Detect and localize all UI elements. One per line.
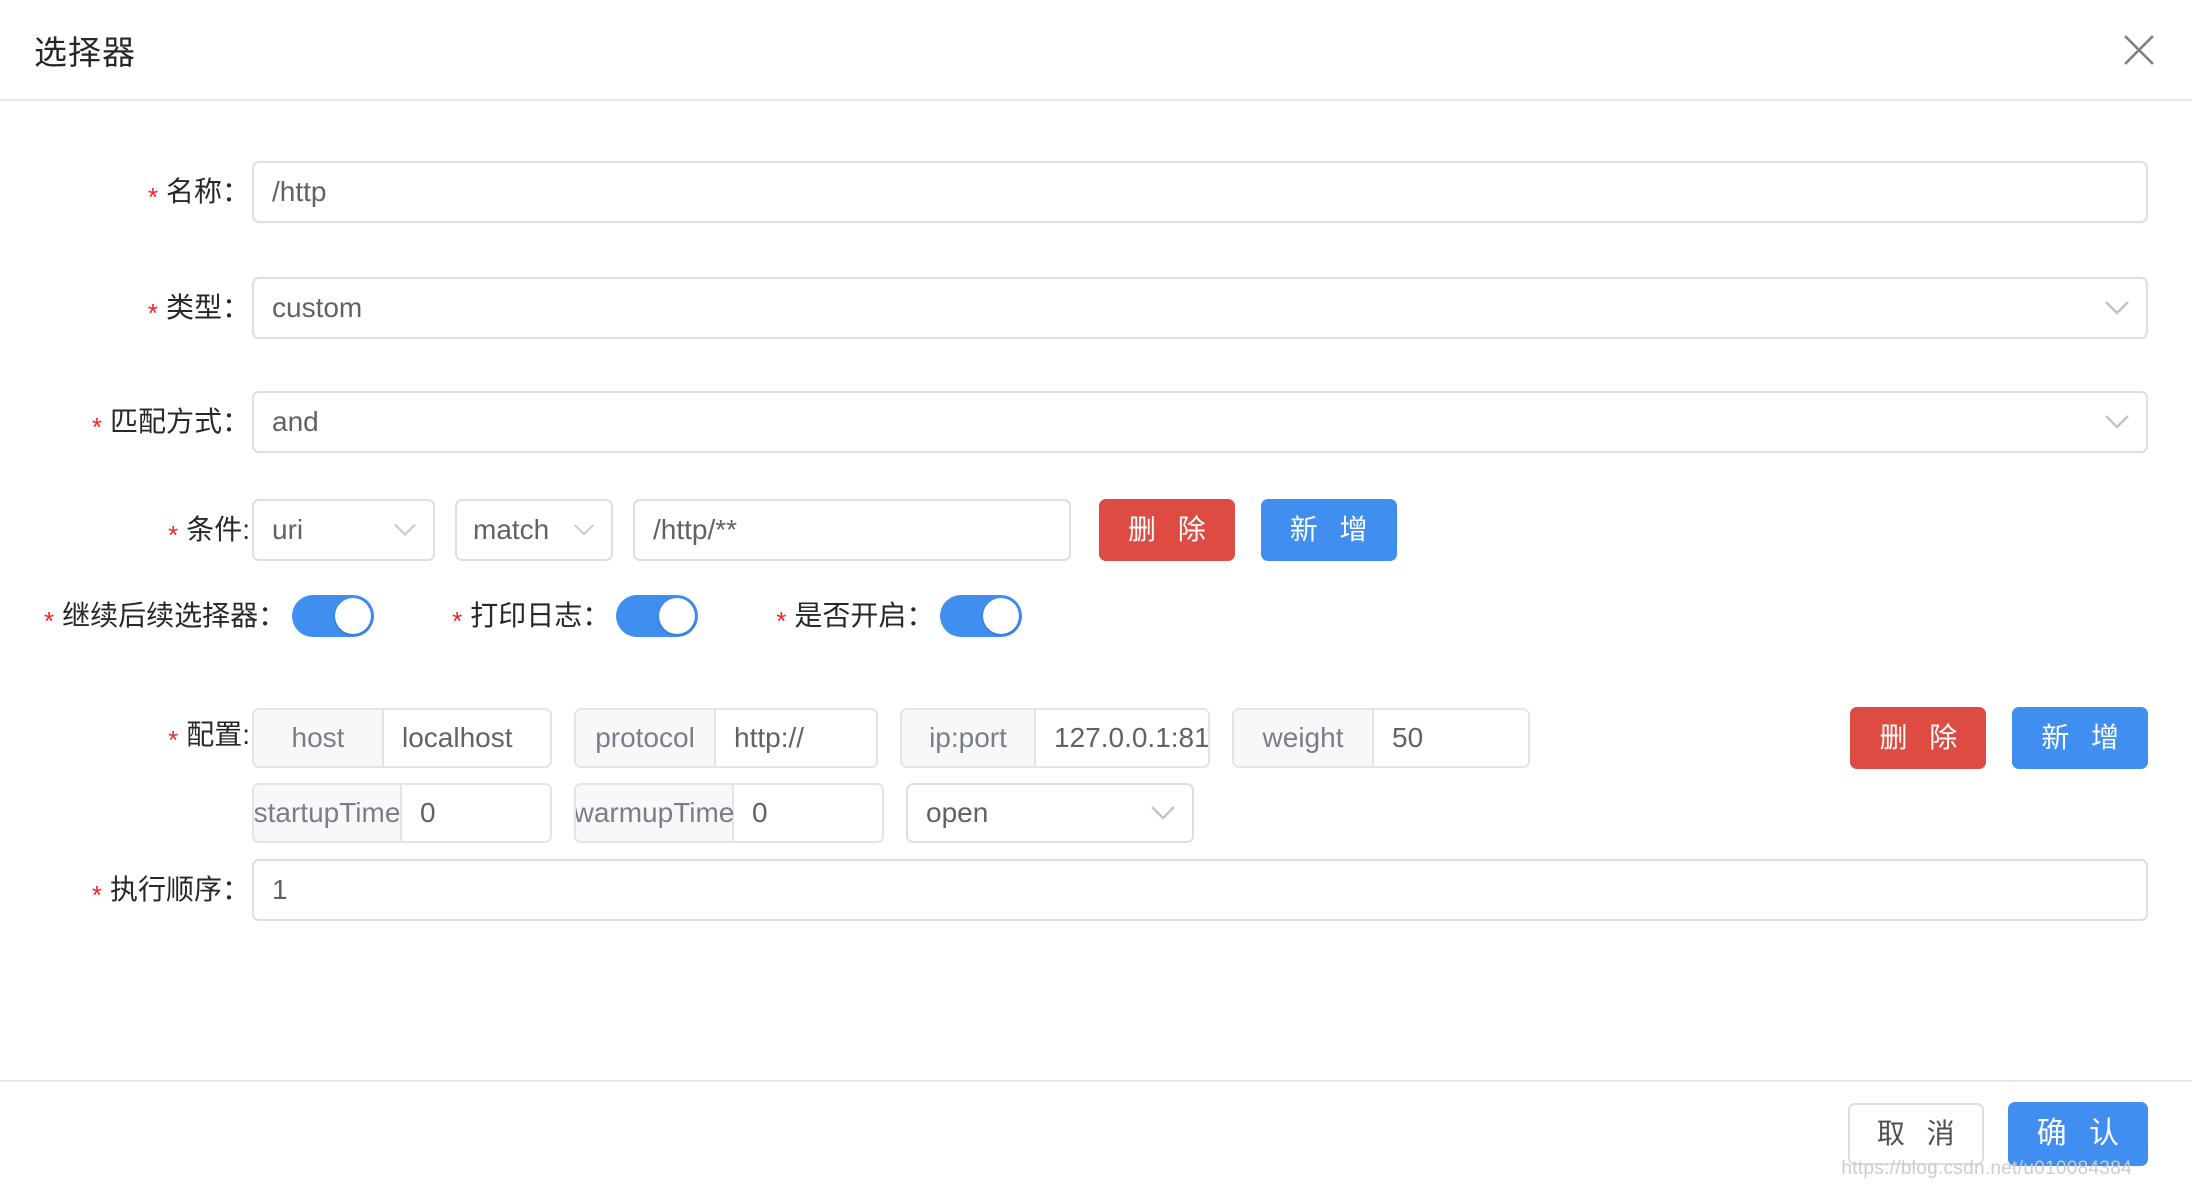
required-mark: * (168, 520, 179, 550)
toggle-knob (659, 598, 696, 634)
print-log-label: * 打印日志： (452, 600, 611, 636)
config-status-select-wrap: open (906, 783, 1194, 843)
config-pair-weight: weight 50 (1232, 708, 1530, 768)
condition-operator-select-wrap: match (455, 499, 613, 561)
continue-selector-label: * 继续后续选择器： (44, 600, 287, 636)
field-row-condition: * 条件: uri match /http/** 删 除 新 增 (44, 499, 2148, 561)
required-mark: * (452, 606, 463, 636)
enabled-label: * 是否开启： (776, 600, 935, 636)
field-row-config: * 配置: host localhost protocol http:// ip:… (44, 707, 2148, 843)
config-key-warmuptime: warmupTime (576, 785, 734, 841)
print-log-toggle[interactable] (616, 595, 699, 637)
config-area: host localhost protocol http:// ip:port … (252, 707, 2148, 843)
match-mode-label: * 匹配方式： (91, 406, 250, 442)
field-row-name: * 名称： /http (44, 161, 2148, 223)
required-mark: * (776, 606, 787, 636)
config-status-value: open (926, 797, 989, 828)
dialog-footer: 取 消 确 认 https://blog.csdn.net/u010084384 (0, 1080, 2192, 1186)
confirm-button[interactable]: 确 认 (2007, 1102, 2148, 1166)
order-input-wrap: 1 (252, 859, 2148, 921)
type-select-value: custom (272, 292, 363, 323)
config-value-host[interactable]: localhost (384, 710, 550, 766)
condition-value-input-wrap: /http/** (633, 499, 1071, 561)
chevron-down-icon (2104, 414, 2130, 430)
config-value-ipport[interactable]: 127.0.0.1:81 (1036, 710, 1208, 766)
config-key-startuptime: startupTime (254, 785, 402, 841)
config-delete-button[interactable]: 删 除 (1850, 707, 1987, 769)
dialog-body: * 名称： /http * 类型： custom * 匹配方式： and * 条… (0, 101, 2192, 1080)
config-key-host: host (254, 710, 384, 766)
name-label: * 名称： (147, 176, 250, 212)
type-select[interactable]: custom (252, 277, 2148, 339)
switch-group-continue: * 继续后续选择器： (44, 595, 375, 637)
config-pair-host: host localhost (252, 708, 552, 768)
toggle-knob (983, 598, 1020, 634)
condition-field-select[interactable]: uri (252, 499, 435, 561)
config-row-2: startupTime 0 warmupTime 0 open (252, 783, 2148, 843)
config-actions: 删 除 新 增 (1850, 707, 2148, 769)
name-input-wrap: /http (252, 161, 2148, 223)
type-select-wrap: custom (252, 277, 2148, 339)
config-value-weight[interactable]: 50 (1374, 710, 1528, 766)
order-input[interactable]: 1 (252, 859, 2148, 921)
continue-selector-toggle[interactable] (292, 595, 375, 637)
required-mark: * (44, 606, 55, 636)
field-row-type: * 类型： custom (44, 277, 2148, 339)
field-row-order: * 执行顺序： 1 (44, 859, 2148, 921)
condition-field-value: uri (272, 514, 304, 545)
selector-dialog: 选择器 * 名称： /http * 类型： custom * 匹配方式： and… (0, 0, 2192, 1186)
required-mark: * (91, 412, 102, 442)
toggle-knob (335, 598, 372, 634)
cancel-button[interactable]: 取 消 (1847, 1103, 1984, 1165)
config-value-warmuptime[interactable]: 0 (734, 785, 882, 841)
field-row-match-mode: * 匹配方式： and (44, 391, 2148, 453)
switch-group-enabled: * 是否开启： (776, 595, 1023, 637)
chevron-down-icon (393, 523, 417, 538)
switch-group-log: * 打印日志： (452, 595, 699, 637)
dialog-header: 选择器 (0, 0, 2192, 101)
name-input[interactable]: /http (252, 161, 2148, 223)
config-row-1: host localhost protocol http:// ip:port … (252, 707, 2148, 769)
condition-actions: 删 除 新 增 (1099, 499, 1397, 561)
config-add-button[interactable]: 新 增 (2012, 707, 2148, 769)
condition-delete-button[interactable]: 删 除 (1099, 499, 1235, 561)
config-pair-warmuptime: warmupTime 0 (574, 783, 884, 843)
condition-operator-select[interactable]: match (455, 499, 613, 561)
chevron-down-icon (573, 523, 595, 537)
config-key-ipport: ip:port (902, 710, 1036, 766)
chevron-down-icon (1150, 805, 1176, 821)
config-key-weight: weight (1234, 710, 1374, 766)
required-mark: * (91, 880, 102, 910)
condition-field-select-wrap: uri (252, 499, 435, 561)
config-label: * 配置: (168, 719, 250, 755)
config-status-select[interactable]: open (906, 783, 1194, 843)
order-label: * 执行顺序： (91, 874, 250, 910)
condition-add-button[interactable]: 新 增 (1260, 499, 1397, 561)
required-mark: * (147, 298, 158, 328)
condition-value-input[interactable]: /http/** (633, 499, 1071, 561)
switch-row: * 继续后续选择器： * 打印日志： * 是否开启： (44, 595, 2148, 637)
match-mode-select[interactable]: and (252, 391, 2148, 453)
config-key-protocol: protocol (576, 710, 716, 766)
required-mark: * (168, 725, 179, 755)
config-pair-ipport: ip:port 127.0.0.1:81 (900, 708, 1210, 768)
match-mode-select-value: and (272, 406, 319, 437)
match-mode-select-wrap: and (252, 391, 2148, 453)
config-value-startuptime[interactable]: 0 (402, 785, 550, 841)
condition-label: * 条件: (168, 514, 250, 550)
enabled-toggle[interactable] (940, 595, 1023, 637)
config-value-protocol[interactable]: http:// (716, 710, 876, 766)
chevron-down-icon (2104, 300, 2130, 316)
page-title: 选择器 (34, 33, 136, 71)
config-pair-startuptime: startupTime 0 (252, 783, 552, 843)
type-label: * 类型： (147, 292, 250, 328)
close-icon[interactable] (2116, 27, 2162, 73)
condition-operator-value: match (473, 514, 550, 545)
config-pair-protocol: protocol http:// (574, 708, 878, 768)
required-mark: * (147, 182, 158, 212)
